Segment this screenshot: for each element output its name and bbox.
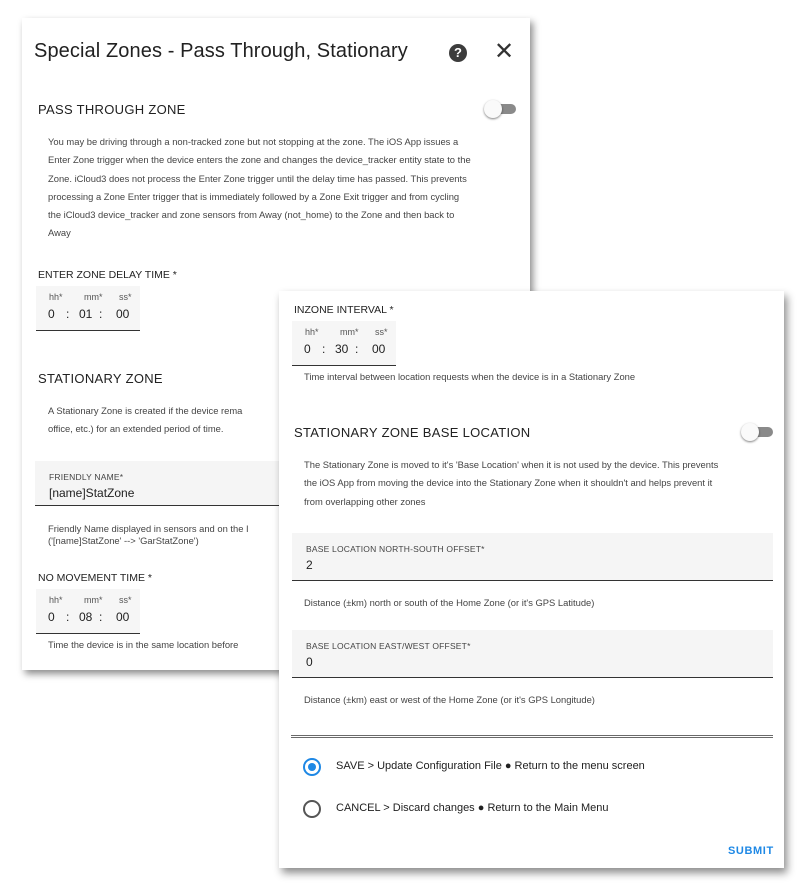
ss-label: ss* [375,327,388,337]
description-line: the iOS App from moving the device into … [304,477,713,489]
help-line: Friendly Name displayed in sensors and o… [48,523,249,534]
enter-zone-delay-input[interactable]: hh* mm* ss* 0 : 01 : 00 [36,286,140,331]
base-location-toggle[interactable] [741,423,775,441]
base-location-title: STATIONARY ZONE BASE LOCATION [294,425,531,440]
divider [291,735,773,736]
description-line: from overlapping other zones [304,495,426,507]
friendly-name-label: FRIENDLY NAME* [49,472,124,482]
hh-label: hh* [305,327,319,337]
dialog-title: Special Zones - Pass Through, Stationary [34,40,408,62]
no-movement-help: Time the device is in the same location … [48,639,239,650]
no-movement-input[interactable]: hh* mm* ss* 0 : 08 : 00 [36,589,140,634]
east-west-help: Distance (±km) east or west of the Home … [304,694,595,705]
base-location-dialog: INZONE INTERVAL * hh* mm* ss* 0 : 30 : 0… [279,291,784,868]
close-icon[interactable]: ✕ [494,40,514,64]
north-south-label: BASE LOCATION NORTH-SOUTH OFFSET* [306,544,485,554]
hh-value[interactable]: 0 [304,342,311,356]
hh-label: hh* [49,292,63,302]
description-line: You may be driving through a non-tracked… [48,136,459,147]
friendly-name-value[interactable]: [name]StatZone [49,486,134,500]
separator: : [99,610,103,624]
divider [291,737,773,738]
mm-value[interactable]: 30 [335,342,348,356]
mm-label: mm* [84,292,103,302]
hh-value[interactable]: 0 [48,610,55,624]
separator: : [355,342,359,356]
mm-value[interactable]: 08 [79,610,92,624]
description-line: The Stationary Zone is moved to it's 'Ba… [304,459,719,470]
mm-value[interactable]: 01 [79,307,92,321]
east-west-label: BASE LOCATION EAST/WEST OFFSET* [306,641,471,651]
description-line: processing a Zone Enter trigger that is … [48,190,460,202]
inzone-interval-label: INZONE INTERVAL * [294,304,394,316]
base-location-description: The Stationary Zone is moved to it's 'Ba… [304,456,718,511]
pass-through-description: You may be driving through a non-tracked… [48,133,471,243]
mm-label: mm* [84,595,103,605]
description-line: Zone. iCloud3 does not process the Enter… [48,172,467,184]
ss-value[interactable]: 00 [372,342,385,356]
east-west-value[interactable]: 0 [306,655,313,669]
stationary-zone-title: STATIONARY ZONE [38,371,163,386]
friendly-name-help: Friendly Name displayed in sensors and o… [48,523,249,547]
ss-label: ss* [119,292,132,302]
separator: : [66,307,70,321]
help-line: ('[name]StatZone' --> 'GarStatZone') [48,535,199,546]
inzone-interval-input[interactable]: hh* mm* ss* 0 : 30 : 00 [292,321,396,366]
toggle-knob [741,423,759,441]
separator: : [66,610,70,624]
save-radio[interactable] [303,758,321,776]
cancel-option-label[interactable]: CANCEL > Discard changes ● Return to the… [336,802,609,814]
separator: : [99,307,103,321]
hh-value[interactable]: 0 [48,307,55,321]
north-south-help: Distance (±km) north or south of the Hom… [304,597,595,608]
ss-value[interactable]: 00 [116,307,129,321]
inzone-interval-help: Time interval between location requests … [304,371,636,382]
hh-label: hh* [49,595,63,605]
stationary-zone-description: A Stationary Zone is created if the devi… [48,402,242,439]
description-line: office, etc.) for an extended period of … [48,423,224,435]
separator: : [322,342,326,356]
description-line: A Stationary Zone is created if the devi… [48,405,243,416]
north-south-offset-field[interactable]: BASE LOCATION NORTH-SOUTH OFFSET* 2 [292,533,773,581]
help-icon[interactable]: ? [449,44,467,62]
mm-label: mm* [340,327,359,337]
radio-dot [308,763,316,771]
description-line: Enter Zone trigger when the device enter… [48,154,471,166]
description-line: the iCloud3 device_tracker and zone sens… [48,209,455,221]
cancel-radio[interactable] [303,800,321,818]
pass-through-title: PASS THROUGH ZONE [38,102,186,117]
save-option-label[interactable]: SAVE > Update Configuration File ● Retur… [336,760,645,772]
east-west-offset-field[interactable]: BASE LOCATION EAST/WEST OFFSET* 0 [292,630,773,678]
enter-zone-delay-label: ENTER ZONE DELAY TIME * [38,269,177,281]
description-line: Away [48,227,71,239]
ss-value[interactable]: 00 [116,610,129,624]
north-south-value[interactable]: 2 [306,558,313,572]
ss-label: ss* [119,595,132,605]
pass-through-toggle[interactable] [484,100,518,118]
no-movement-label: NO MOVEMENT TIME * [38,572,152,584]
toggle-knob [484,100,502,118]
submit-button[interactable]: SUBMIT [728,845,774,857]
